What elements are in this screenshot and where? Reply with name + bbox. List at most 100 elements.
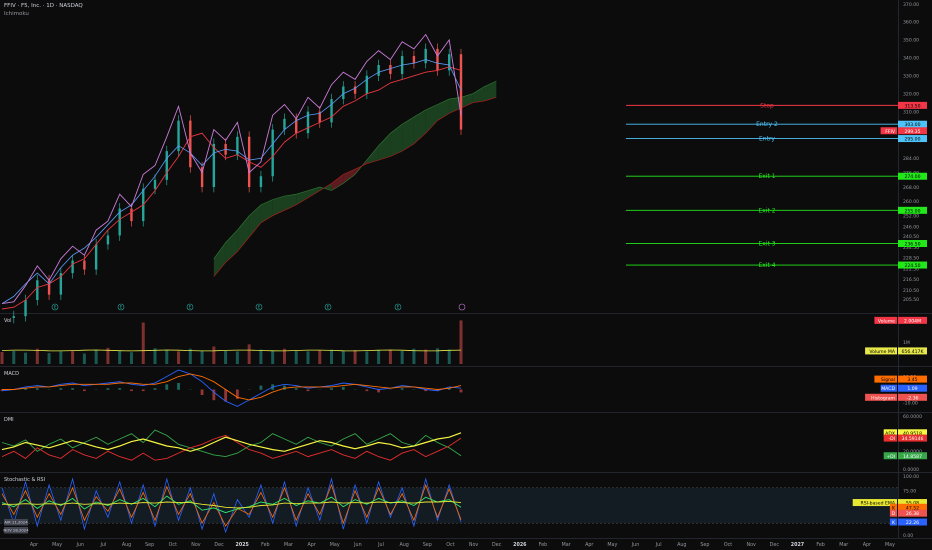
price-axis-tick: 260.00 — [903, 199, 919, 205]
candle-body — [283, 118, 286, 130]
level-label: Exit 2 — [758, 207, 775, 214]
ichimoku-cloud-segment — [225, 230, 238, 263]
volume-tag-label: Volume — [878, 318, 895, 324]
volume-tag-value: 2.004M — [904, 318, 921, 324]
level-tag-value: 255.00 — [904, 208, 920, 214]
volume-bar — [424, 349, 428, 364]
candle-body — [94, 244, 98, 270]
price-axis-tick: 228.50 — [903, 256, 919, 262]
volume-axis-tick: 1M — [903, 340, 910, 346]
price-axis-tick: 310.00 — [903, 109, 919, 115]
volume-tag: Volume 2.004M — [874, 316, 927, 324]
volume-bar — [0, 352, 4, 364]
macd-histogram-bar — [330, 388, 333, 390]
x-axis-tick: 2025 — [236, 542, 249, 548]
macd-histogram-bar — [259, 385, 263, 390]
volume-bar — [224, 350, 228, 364]
price-axis-tick: 340.00 — [903, 56, 919, 62]
x-axis-tick: Jul — [377, 542, 384, 548]
x-axis-tick: Sep — [145, 542, 154, 548]
price-axis-tick: 350.00 — [903, 38, 919, 44]
level-label: Exit 4 — [758, 262, 775, 269]
ichimoku-cloud-segment — [472, 86, 485, 103]
stoch-k2-tag-value: 22.26 — [906, 520, 919, 526]
volume-bar — [71, 350, 75, 364]
level-tag: 274.00 — [898, 172, 927, 180]
chart-canvas[interactable]: 370.00 360.00 350.00 340.00 330.00 320.00 310.… — [0, 0, 932, 550]
volume-bar — [459, 320, 463, 364]
minus-di-tag-label: -DI — [888, 436, 895, 442]
volume-bar — [82, 353, 86, 364]
macd-signal-tag-label: Signal — [881, 377, 895, 383]
macd-histogram-bar — [294, 388, 298, 390]
dmi-axis-tick: 60.0000 — [903, 414, 922, 420]
candle-body — [36, 280, 39, 301]
ichimoku-cloud-segment — [402, 117, 414, 152]
candle-body — [212, 143, 216, 187]
stoch-d-tag: D 26.38 — [889, 509, 927, 517]
candle-body — [24, 300, 27, 317]
candle-body — [71, 260, 74, 274]
x-axis-tick: Mar — [562, 542, 571, 548]
level-tag: 224.50 — [898, 261, 927, 269]
x-axis-tick: Nov — [191, 542, 201, 548]
stoch-d-tag-label: D — [891, 511, 895, 517]
tenkan-line — [1, 59, 462, 304]
macd-histogram-tag-label: Histogram — [871, 395, 895, 401]
candle-body — [412, 56, 416, 64]
volume-bar — [212, 346, 216, 364]
x-axis-tick: Apr — [307, 542, 315, 548]
x-axis-tick: Apr — [585, 542, 593, 548]
level-tag-value: 224.50 — [904, 263, 920, 269]
ichimoku-cloud-segment — [213, 242, 226, 277]
stoch-d-tag-value: 26.38 — [906, 511, 919, 517]
macd-histogram-bar — [153, 388, 157, 390]
volume-bar — [118, 350, 122, 364]
price-axis-tick: 330.00 — [903, 74, 919, 80]
macd-histogram-bar — [306, 389, 310, 392]
level-label: Entry 2 — [756, 121, 778, 128]
x-axis-tick: Oct — [446, 542, 454, 548]
x-axis-tick: Jun — [353, 542, 362, 548]
stoch_rsi-axis-tick: 0.00 — [903, 533, 913, 539]
volume-bar — [306, 351, 310, 364]
volume-bar — [447, 349, 451, 364]
plus-di-tag-value: 14.8587 — [903, 454, 922, 460]
x-axis-tick: Dec — [492, 542, 502, 548]
macd-histogram-bar — [130, 389, 133, 392]
x-axis-tick: 2027 — [791, 542, 804, 548]
macd-histogram-bar — [341, 386, 345, 390]
macd-histogram-bar — [71, 388, 75, 390]
earnings-marker-letter: E — [327, 305, 330, 310]
x-axis-tick: Jul — [655, 542, 662, 548]
volume-bar — [353, 350, 357, 364]
ichimoku-cloud-segment — [343, 169, 356, 184]
candle-body — [448, 54, 451, 71]
candle-body — [377, 65, 380, 76]
volume-bar — [365, 351, 369, 364]
candle-body — [424, 48, 427, 64]
macd-histogram-tag-value: -2.36 — [907, 395, 919, 401]
volume-bar — [47, 353, 51, 364]
x-axis-tick: Nov — [747, 542, 757, 548]
x-axis-tick: Mar — [284, 542, 293, 548]
x-axis-tick: 2026 — [513, 542, 527, 548]
candle-body — [259, 176, 263, 187]
volume-bar — [59, 351, 63, 364]
level-tag: 313.50 — [898, 101, 927, 109]
volume-bar — [94, 349, 98, 364]
price-axis-tick: 320.00 — [903, 92, 919, 98]
x-axis-tick: May — [52, 542, 62, 548]
macd-histogram-bar — [106, 388, 110, 390]
macd-histogram-bar — [35, 388, 39, 390]
level-tag-value: 295.00 — [904, 137, 920, 143]
x-axis-tick: Feb — [261, 542, 270, 548]
volume-bar — [129, 352, 133, 364]
volume-bar — [35, 348, 39, 364]
volume-bar — [12, 350, 16, 364]
stoch-k2-tag: K 22.26 — [889, 518, 927, 526]
candle-body — [83, 260, 86, 270]
candle-body — [459, 54, 463, 130]
x-axis-tick: Sep — [423, 542, 432, 548]
macd-histogram-bar — [224, 389, 228, 402]
